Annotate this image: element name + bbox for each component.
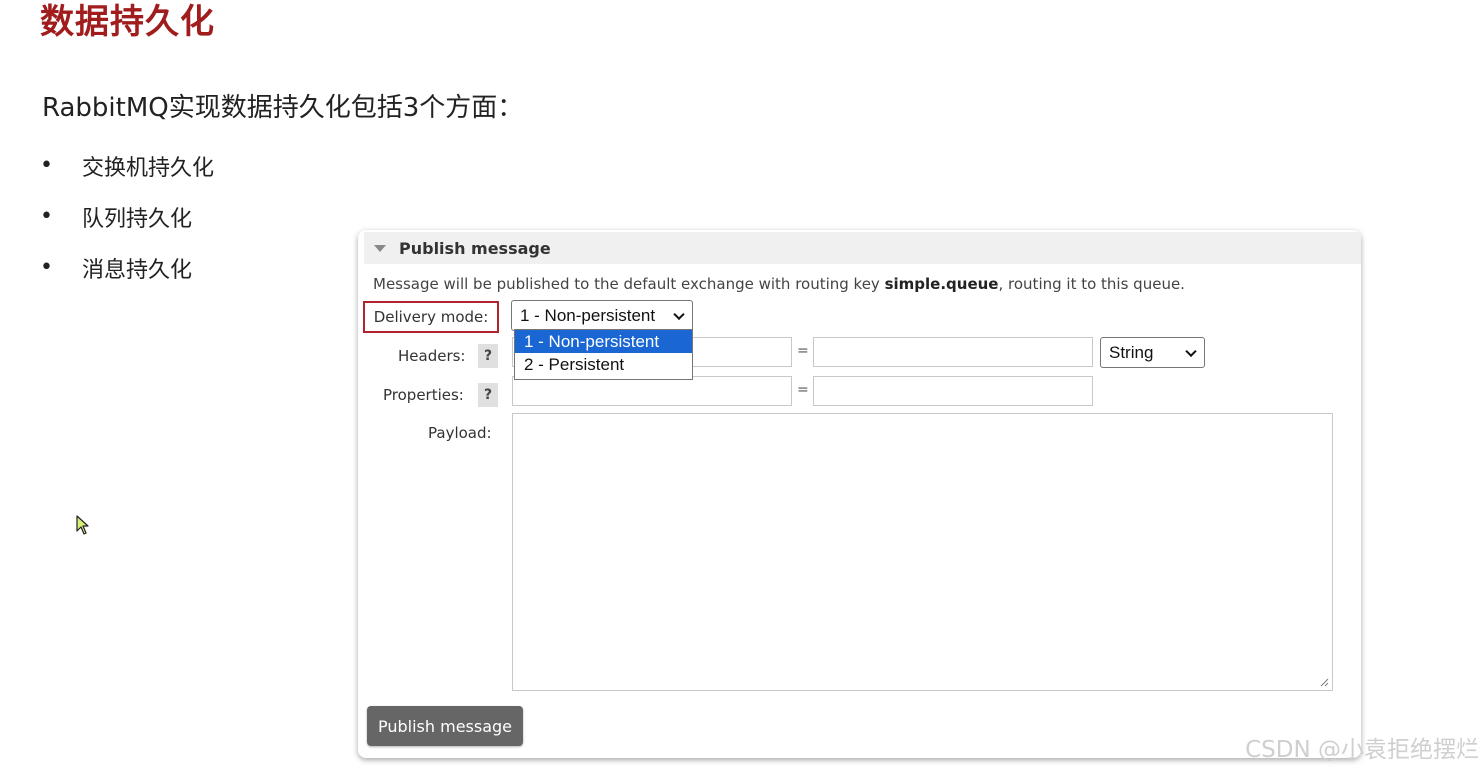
property-value-input[interactable] bbox=[813, 376, 1093, 406]
bullet-dot: • bbox=[40, 153, 53, 178]
headers-label: Headers: bbox=[398, 347, 466, 365]
description-suffix: , routing it to this queue. bbox=[998, 275, 1185, 293]
bullet-text: 队列持久化 bbox=[82, 206, 193, 232]
bullet-item: • 消息持久化 bbox=[40, 242, 214, 293]
description-prefix: Message will be published to the default… bbox=[373, 275, 885, 293]
delivery-mode-value: 1 - Non-persistent bbox=[520, 305, 656, 325]
headers-help-button[interactable]: ? bbox=[478, 344, 498, 368]
collapse-triangle-icon[interactable] bbox=[374, 244, 386, 252]
bullet-dot: • bbox=[40, 204, 53, 229]
slide-title: 数据持久化 bbox=[40, 2, 215, 42]
bullet-item: • 队列持久化 bbox=[40, 191, 214, 242]
publish-message-button[interactable]: Publish message bbox=[367, 706, 523, 746]
header-type-select[interactable]: String bbox=[1100, 337, 1205, 368]
dropdown-option-persistent[interactable]: 2 - Persistent bbox=[515, 353, 692, 376]
mouse-cursor-icon bbox=[76, 515, 89, 535]
properties-label: Properties: bbox=[383, 386, 464, 404]
watermark: CSDN @小袁拒绝摆烂 bbox=[1245, 737, 1479, 763]
payload-label: Payload: bbox=[428, 424, 492, 442]
equals-sign: = bbox=[797, 382, 809, 398]
resize-grip-icon[interactable] bbox=[1319, 677, 1329, 687]
panel-description: Message will be published to the default… bbox=[373, 275, 1185, 293]
panel-header[interactable]: Publish message bbox=[364, 232, 1361, 264]
delivery-mode-dropdown-list: 1 - Non-persistent 2 - Persistent bbox=[514, 329, 693, 380]
bullet-item: • 交换机持久化 bbox=[40, 140, 214, 191]
delivery-mode-label: Delivery mode: bbox=[363, 301, 499, 333]
bullet-text: 交换机持久化 bbox=[82, 155, 215, 181]
header-type-value: String bbox=[1109, 342, 1154, 362]
payload-textarea[interactable] bbox=[512, 413, 1333, 691]
header-value-input[interactable] bbox=[813, 337, 1093, 367]
dropdown-option-non-persistent[interactable]: 1 - Non-persistent bbox=[515, 330, 692, 353]
property-key-input[interactable] bbox=[512, 376, 792, 406]
bullet-dot: • bbox=[40, 255, 53, 280]
publish-message-panel: Publish message Message will be publishe… bbox=[358, 230, 1361, 758]
slide-subtitle: RabbitMQ实现数据持久化包括3个方面： bbox=[42, 93, 524, 123]
delivery-mode-select[interactable]: 1 - Non-persistent bbox=[511, 300, 693, 331]
routing-key: simple.queue bbox=[884, 275, 999, 293]
bullet-text: 消息持久化 bbox=[82, 257, 193, 283]
properties-help-button[interactable]: ? bbox=[478, 383, 498, 407]
equals-sign: = bbox=[797, 343, 809, 359]
chevron-down-icon bbox=[673, 308, 685, 320]
chevron-down-icon bbox=[1185, 345, 1197, 357]
bullet-list: • 交换机持久化 • 队列持久化 • 消息持久化 bbox=[40, 140, 214, 293]
panel-title: Publish message bbox=[399, 238, 551, 258]
